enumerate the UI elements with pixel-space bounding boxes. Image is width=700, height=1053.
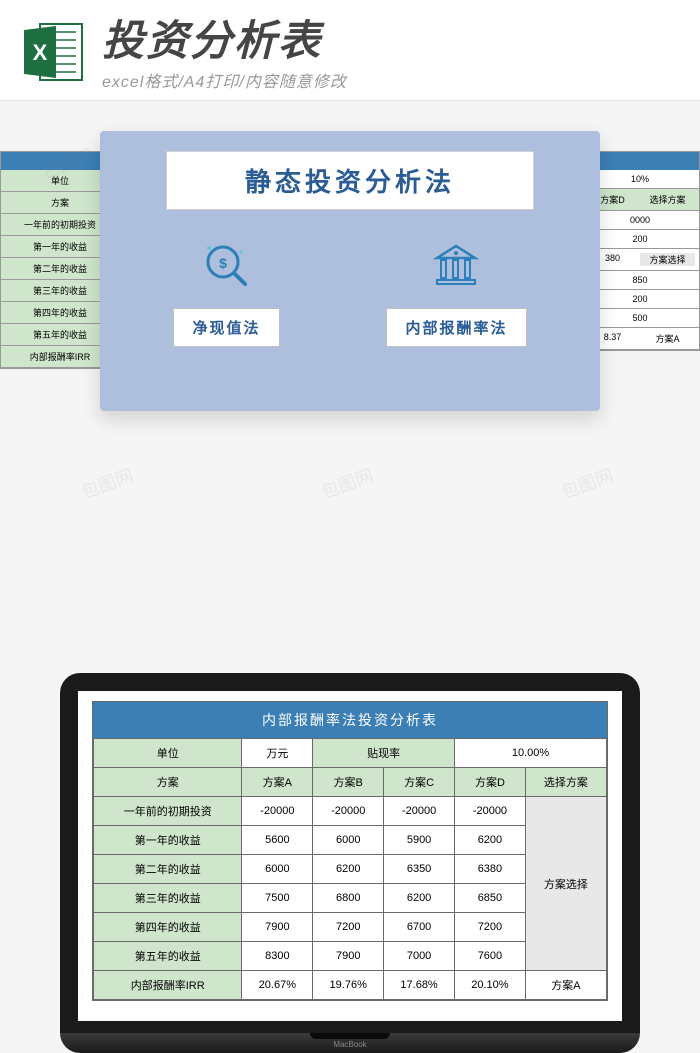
select-button[interactable]: 方案选择 — [640, 253, 695, 266]
cell: 7900 — [313, 942, 384, 971]
cell: 5900 — [384, 826, 455, 855]
cell: -20000 — [242, 797, 313, 826]
cell: 6850 — [455, 884, 526, 913]
row-label: 一年前的初期投资 — [94, 797, 242, 826]
npv-method-button[interactable]: 净现值法 — [173, 308, 279, 347]
method-card: 静态投资分析法 $ 净现值法 — [100, 131, 600, 411]
laptop-label: MacBook — [333, 1040, 366, 1049]
cell: 7900 — [242, 913, 313, 942]
cell: 7200 — [455, 913, 526, 942]
laptop-section: 内部报酬率法投资分析表 单位 万元 贴现率 10.00% 方案 方案A 方案B — [0, 593, 700, 1053]
rate-value: 10.00% — [455, 739, 607, 768]
excel-icon: X — [20, 18, 88, 86]
cell: -20000 — [313, 797, 384, 826]
cell: 7000 — [384, 942, 455, 971]
cell: 20.67% — [242, 971, 313, 1000]
cell: 20.10% — [455, 971, 526, 1000]
bg-rate: 10% — [585, 174, 695, 184]
row-label: 第一年的收益 — [94, 826, 242, 855]
row-label: 内部报酬率IRR — [94, 971, 242, 1000]
col-c: 方案C — [384, 768, 455, 797]
row-label: 第三年的收益 — [94, 884, 242, 913]
cell: 6000 — [242, 855, 313, 884]
sheet-title: 内部报酬率法投资分析表 — [93, 702, 607, 738]
card-title: 静态投资分析法 — [187, 162, 513, 199]
cell: 6700 — [384, 913, 455, 942]
cell: 6200 — [455, 826, 526, 855]
cell: 7600 — [455, 942, 526, 971]
cell: -20000 — [384, 797, 455, 826]
magnify-money-icon: $ — [201, 240, 251, 290]
col-select: 选择方案 — [525, 768, 606, 797]
bank-icon — [431, 240, 481, 290]
cell: 7200 — [313, 913, 384, 942]
page-title: 投资分析表 — [102, 18, 680, 64]
page-subtitle: excel格式/A4打印/内容随意修改 — [102, 68, 680, 92]
unit-value: 万元 — [242, 739, 313, 768]
cell: 6200 — [384, 884, 455, 913]
cell: -20000 — [455, 797, 526, 826]
row-label: 第四年的收益 — [94, 913, 242, 942]
laptop-mockup: 内部报酬率法投资分析表 单位 万元 贴现率 10.00% 方案 方案A 方案B — [60, 673, 640, 1053]
cell: 7500 — [242, 884, 313, 913]
col-plan: 方案 — [94, 768, 242, 797]
cell: 6200 — [313, 855, 384, 884]
irr-method-button[interactable]: 内部报酬率法 — [386, 308, 526, 347]
cell: 6000 — [313, 826, 384, 855]
bg-sel: 选择方案 — [640, 193, 695, 206]
result-cell: 方案A — [525, 971, 606, 1000]
cell: 8300 — [242, 942, 313, 971]
bg-result: 方案A — [640, 332, 695, 345]
svg-text:X: X — [33, 40, 48, 65]
select-plan-button[interactable]: 方案选择 — [525, 797, 606, 971]
cell: 6350 — [384, 855, 455, 884]
analysis-sheet: 内部报酬率法投资分析表 单位 万元 贴现率 10.00% 方案 方案A 方案B — [92, 701, 608, 1001]
mid-section: 单位 方案 一年前的初期投资 第一年的收益 第二年的收益 第三年的收益 第四年的… — [0, 131, 700, 471]
cell: 6800 — [313, 884, 384, 913]
page-header: X 投资分析表 excel格式/A4打印/内容随意修改 — [0, 0, 700, 101]
svg-text:$: $ — [220, 255, 228, 271]
data-table: 单位 万元 贴现率 10.00% 方案 方案A 方案B 方案C 方案D 选择方案 — [93, 738, 607, 1000]
cell: 5600 — [242, 826, 313, 855]
row-label: 第二年的收益 — [94, 855, 242, 884]
unit-label: 单位 — [94, 739, 242, 768]
cell: 17.68% — [384, 971, 455, 1000]
card-title-box: 静态投资分析法 — [166, 151, 534, 210]
table-row: 内部报酬率IRR 20.67% 19.76% 17.68% 20.10% 方案A — [94, 971, 607, 1000]
col-d: 方案D — [455, 768, 526, 797]
col-a: 方案A — [242, 768, 313, 797]
rate-label: 贴现率 — [313, 739, 455, 768]
row-label: 第五年的收益 — [94, 942, 242, 971]
table-row: 一年前的初期投资 -20000 -20000 -20000 -20000 方案选… — [94, 797, 607, 826]
cell: 19.76% — [313, 971, 384, 1000]
cell: 6380 — [455, 855, 526, 884]
col-b: 方案B — [313, 768, 384, 797]
